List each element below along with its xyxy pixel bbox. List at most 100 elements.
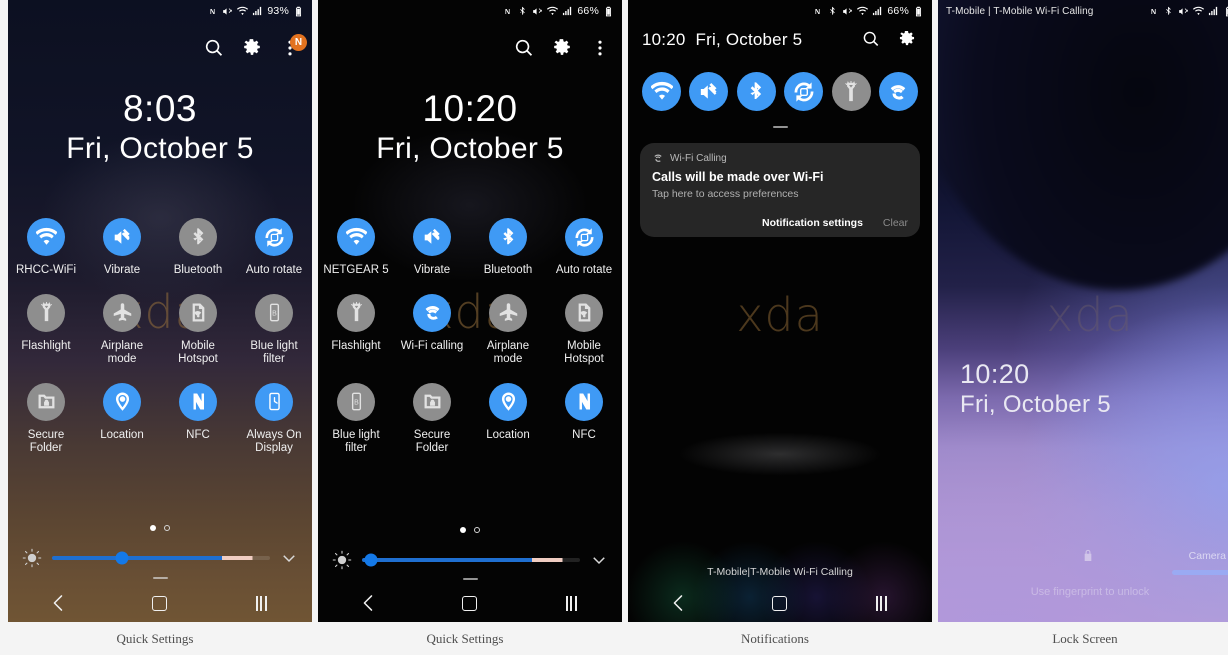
quick-settings-tile[interactable]: Blue light filter [318, 382, 394, 456]
autorotate-icon[interactable] [784, 72, 824, 111]
location-icon[interactable] [489, 382, 527, 421]
bluetooth-icon[interactable] [736, 72, 776, 111]
bluelight-icon[interactable] [255, 293, 293, 332]
clear-button[interactable]: Clear [883, 217, 908, 229]
quick-settings-tile[interactable]: Mobile Hotspot [160, 293, 236, 367]
quick-settings-tile[interactable]: Vibrate [394, 218, 470, 278]
page-dot[interactable] [164, 525, 170, 531]
quick-settings-tile[interactable]: NFC [546, 382, 622, 456]
aod-icon[interactable] [255, 382, 293, 421]
search-icon[interactable] [514, 38, 534, 58]
recents-icon[interactable] [863, 589, 899, 617]
quick-settings-tile[interactable]: Bluetooth [160, 218, 236, 278]
gear-icon[interactable] [898, 30, 918, 50]
wifi-icon[interactable] [642, 72, 681, 111]
brightness-track[interactable] [362, 553, 580, 567]
gear-icon[interactable] [242, 38, 262, 58]
quick-settings-tile[interactable]: Location [84, 382, 160, 456]
page-dot[interactable] [474, 527, 480, 533]
airplane-icon[interactable] [103, 293, 141, 332]
recents-icon[interactable] [243, 589, 279, 617]
gear-icon[interactable] [552, 38, 572, 58]
nfc-icon[interactable] [179, 382, 217, 421]
flashlight-icon[interactable] [831, 72, 871, 111]
quick-settings-tile[interactable]: Wi-Fi calling [394, 293, 470, 367]
drag-handle[interactable] [318, 578, 622, 580]
quick-settings-tile-label: Blue light filter [332, 428, 380, 455]
quick-settings-tile[interactable]: Airplane mode [84, 293, 160, 367]
wifi-icon[interactable] [27, 218, 65, 256]
quick-settings-tile[interactable]: Airplane mode [470, 293, 546, 367]
search-icon[interactable] [204, 38, 224, 58]
drag-handle[interactable] [8, 577, 312, 579]
drag-handle[interactable] [628, 126, 932, 128]
bluetooth-icon[interactable] [179, 218, 217, 256]
battery-icon [913, 6, 924, 17]
location-icon[interactable] [103, 382, 141, 421]
home-icon[interactable] [452, 589, 488, 617]
quick-settings-tile[interactable]: Location [470, 382, 546, 456]
home-icon[interactable] [142, 589, 178, 617]
back-icon[interactable] [351, 589, 387, 617]
securefolder-icon[interactable] [413, 382, 451, 421]
camera-shortcut-label[interactable]: Camera [1189, 550, 1226, 562]
wificalling-icon[interactable] [413, 293, 451, 332]
wifi-icon[interactable] [337, 218, 375, 256]
vibrate-icon[interactable] [103, 218, 141, 256]
mute-icon [842, 6, 853, 17]
back-icon[interactable] [661, 589, 697, 617]
vibrate-icon[interactable] [689, 72, 729, 111]
notification-settings-button[interactable]: Notification settings [762, 217, 863, 229]
signal-icon [252, 6, 263, 17]
quick-settings-tile-label: Mobile Hotspot [178, 339, 218, 366]
quick-settings-tile[interactable]: Blue light filter [236, 293, 312, 367]
nfc-icon [1148, 6, 1159, 17]
chevron-down-icon[interactable] [280, 549, 298, 567]
page-dot-active[interactable] [460, 527, 466, 533]
flashlight-icon[interactable] [27, 293, 65, 332]
camera-shortcut-handle[interactable] [1172, 570, 1228, 575]
page-dot-active[interactable] [150, 525, 156, 531]
quick-settings-tile-label: NETGEAR 5 [323, 264, 389, 276]
brightness-track[interactable] [52, 551, 270, 565]
lock-clock-time: 10:20 [960, 359, 1030, 389]
notification-card[interactable]: Wi-Fi Calling Calls will be made over Wi… [640, 143, 920, 237]
quick-settings-tile[interactable]: Auto rotate [546, 218, 622, 278]
quick-settings-tile-label: Bluetooth [173, 264, 223, 276]
bluetooth-icon[interactable] [489, 218, 527, 256]
chevron-down-icon[interactable] [590, 551, 608, 569]
lock-icon[interactable] [1081, 548, 1095, 564]
quick-settings-tile[interactable]: Mobile Hotspot [546, 293, 622, 367]
wificalling-icon[interactable] [878, 72, 918, 111]
flashlight-icon[interactable] [337, 293, 375, 332]
quick-settings-tile[interactable]: Bluetooth [470, 218, 546, 278]
autorotate-icon[interactable] [255, 218, 293, 256]
quick-settings-tile[interactable]: Flashlight [318, 293, 394, 367]
bluelight-icon[interactable] [337, 382, 375, 421]
vibrate-icon[interactable] [413, 218, 451, 256]
recents-icon[interactable] [553, 589, 589, 617]
quick-settings-tile[interactable]: NETGEAR 5 [318, 218, 394, 278]
quick-settings-tile[interactable]: Vibrate [84, 218, 160, 278]
airplane-icon[interactable] [489, 293, 527, 332]
more-vertical-icon[interactable]: N [280, 34, 307, 58]
hotspot-icon[interactable] [179, 293, 217, 332]
home-icon[interactable] [762, 589, 798, 617]
hotspot-icon[interactable] [565, 293, 603, 332]
brightness-knob[interactable] [115, 551, 129, 565]
quick-settings-tile[interactable]: Auto rotate [236, 218, 312, 278]
more-vertical-icon[interactable] [590, 38, 610, 58]
autorotate-icon[interactable] [565, 218, 603, 256]
securefolder-icon[interactable] [27, 382, 65, 421]
quick-settings-tile[interactable]: Flashlight [8, 293, 84, 367]
back-icon[interactable] [41, 589, 77, 617]
quick-settings-tile[interactable]: NFC [160, 382, 236, 456]
search-icon[interactable] [862, 30, 882, 50]
nfc-icon[interactable] [565, 382, 603, 421]
brightness-knob[interactable] [364, 553, 378, 567]
quick-settings-tile[interactable]: Secure Folder [8, 382, 84, 456]
quick-settings-tile[interactable]: RHCC-WiFi [8, 218, 84, 278]
quick-settings-tile[interactable]: Always On Display [236, 382, 312, 456]
quick-settings-tile[interactable]: Secure Folder [394, 382, 470, 456]
notification-app-row: Wi-Fi Calling [652, 152, 908, 164]
